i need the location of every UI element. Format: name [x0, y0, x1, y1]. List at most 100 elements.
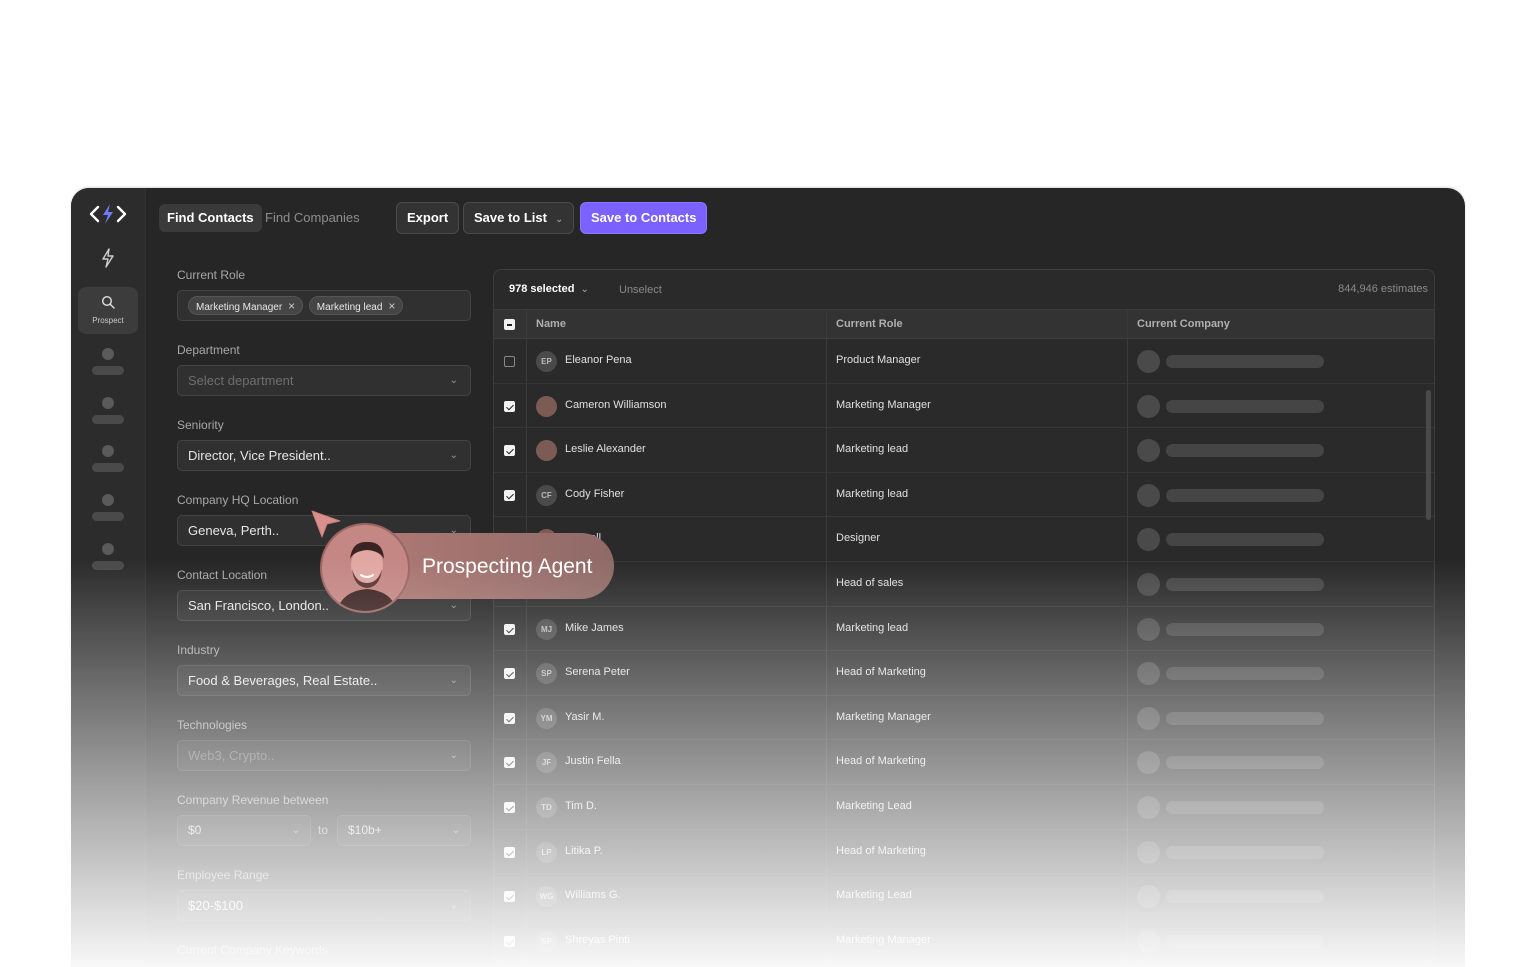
- contact-name[interactable]: Tim D.: [565, 800, 597, 812]
- rail-item-placeholder[interactable]: [91, 348, 125, 375]
- table-row[interactable]: YM Yasir M. Marketing Manager: [494, 695, 1434, 741]
- revenue-max-select[interactable]: $10b+ ⌄: [337, 815, 471, 846]
- contact-name[interactable]: Cameron Williamson: [565, 399, 666, 411]
- rail-item-placeholder[interactable]: [91, 397, 125, 424]
- department-select[interactable]: Select department ⌄: [177, 365, 471, 396]
- table-row[interactable]: RussellDesigner: [494, 517, 1434, 562]
- chip-label: Marketing lead: [316, 302, 383, 313]
- agent-label: Prospecting Agent: [422, 555, 593, 578]
- table-row[interactable]: TD Tim D. Marketing Lead: [494, 784, 1434, 830]
- row-checkbox[interactable]: [504, 757, 515, 769]
- revenue-min-select[interactable]: $0 ⌄: [177, 815, 311, 846]
- rail-item-placeholder[interactable]: [91, 543, 125, 570]
- contact-role: Product Manager: [836, 354, 921, 366]
- row-checkbox[interactable]: [504, 400, 515, 412]
- contact-name[interactable]: Cody Fisher: [565, 488, 624, 500]
- filter-extra: Current Company Keywords: [177, 943, 471, 958]
- app-logo-icon[interactable]: [88, 202, 128, 226]
- table-row[interactable]: LP Litika P. Head of Marketing: [494, 829, 1434, 875]
- scrollbar[interactable]: [1426, 390, 1431, 520]
- contact-avatar: SP: [536, 663, 557, 685]
- app-window: Prospect Find Contacts Find Companies Ex…: [71, 188, 1465, 967]
- column-company[interactable]: Current Company: [1137, 318, 1230, 330]
- rail-item-prospect[interactable]: Prospect: [78, 287, 138, 334]
- table-toolbar: 978 selected ⌄ Unselect 844,946 estimates: [494, 270, 1434, 310]
- company-logo-placeholder: [1137, 662, 1160, 686]
- rail-item-label: Prospect: [92, 316, 124, 325]
- row-checkbox[interactable]: [504, 891, 515, 903]
- table-row[interactable]: Leslie Alexander Marketing lead: [494, 428, 1434, 473]
- export-button[interactable]: Export: [396, 202, 460, 234]
- table-row[interactable]: EP Eleanor Pena Product Manager: [494, 339, 1434, 384]
- close-icon[interactable]: ×: [288, 299, 295, 313]
- company-logo-placeholder: [1137, 350, 1160, 373]
- contact-avatar: LP: [536, 841, 557, 863]
- contact-role: Designer: [836, 532, 881, 545]
- column-role[interactable]: Current Role: [836, 318, 903, 330]
- current-role-input[interactable]: Marketing Manager × Marketing lead ×: [177, 290, 471, 321]
- technologies-select[interactable]: Web3, Crypto.. ⌄: [177, 740, 471, 771]
- table-row[interactable]: WG Williams G. Marketing Lead: [494, 874, 1434, 919]
- save-to-list-button[interactable]: Save to List ⌄: [463, 202, 575, 234]
- employee-range-select[interactable]: $20-$100 ⌄: [177, 890, 471, 921]
- table-row[interactable]: Cameron Williamson Marketing Manager: [494, 383, 1434, 429]
- company-name-placeholder: [1166, 756, 1324, 770]
- save-to-contacts-button[interactable]: Save to Contacts: [580, 202, 708, 234]
- column-name[interactable]: Name: [536, 318, 566, 330]
- filter-label: Department: [177, 343, 240, 357]
- row-checkbox[interactable]: [504, 489, 515, 501]
- seniority-select[interactable]: Director, Vice President.. ⌄: [177, 440, 471, 471]
- rail-item-placeholder[interactable]: [91, 494, 125, 521]
- search-icon: [101, 295, 115, 309]
- bolt-icon[interactable]: [99, 248, 117, 268]
- contact-avatar: [536, 440, 557, 462]
- table-row[interactable]: JF Justin Fella Head of Marketing: [494, 740, 1434, 785]
- chevron-down-icon: ⌄: [451, 825, 460, 836]
- row-checkbox[interactable]: [504, 935, 515, 947]
- contact-avatar: CF: [536, 484, 557, 506]
- company-name-placeholder: [1166, 934, 1324, 948]
- filter-label: Industry: [177, 643, 220, 657]
- export-label: Export: [407, 210, 449, 225]
- contact-name[interactable]: Mike James: [565, 622, 624, 634]
- employee-range-value: $20-$100: [188, 898, 243, 913]
- table-row[interactable]: CF Cody Fisher Marketing lead: [494, 472, 1434, 518]
- contact-name[interactable]: Shreyas Pinti: [565, 934, 630, 946]
- company-logo-placeholder: [1137, 394, 1160, 418]
- company-name-placeholder: [1166, 577, 1324, 591]
- row-checkbox[interactable]: [504, 801, 515, 813]
- contact-name[interactable]: Litika P.: [565, 845, 603, 857]
- industry-select[interactable]: Food & Beverages, Real Estate.. ⌄: [177, 665, 471, 696]
- contact-name[interactable]: Yasir M.: [565, 711, 605, 723]
- contact-name[interactable]: Justin Fella: [565, 755, 621, 767]
- filter-employee-range: Employee Range $20-$100 ⌄: [177, 868, 471, 921]
- selection-dropdown[interactable]: 978 selected ⌄: [509, 283, 589, 295]
- rail-item-placeholder[interactable]: [91, 445, 125, 472]
- contact-name[interactable]: Serena Peter: [565, 666, 630, 678]
- unselect-link[interactable]: Unselect: [619, 284, 662, 296]
- company-logo-placeholder: [1137, 840, 1160, 864]
- row-checkbox[interactable]: [504, 712, 515, 724]
- row-checkbox[interactable]: [504, 445, 515, 457]
- department-placeholder: Select department: [188, 373, 294, 388]
- contact-name[interactable]: Eleanor Pena: [565, 354, 632, 366]
- table-row[interactable]: SP Shreyas Pinti Marketing Manager: [494, 918, 1434, 964]
- tab-find-contacts[interactable]: Find Contacts: [159, 204, 262, 232]
- contact-name[interactable]: Leslie Alexander: [565, 443, 646, 455]
- table-row[interactable]: SP Serena Peter Head of Marketing: [494, 651, 1434, 696]
- tab-find-companies[interactable]: Find Companies: [265, 204, 360, 232]
- company-logo-placeholder: [1137, 483, 1160, 507]
- row-checkbox[interactable]: [504, 846, 515, 858]
- close-icon[interactable]: ×: [388, 299, 395, 313]
- table-row[interactable]: Head of sales: [494, 561, 1434, 607]
- filter-department: Department Select department ⌄: [177, 343, 471, 396]
- row-checkbox[interactable]: [504, 668, 515, 680]
- select-all-checkbox[interactable]: [504, 319, 515, 330]
- contact-role: Head of sales: [836, 576, 904, 589]
- row-checkbox[interactable]: [504, 623, 515, 635]
- company-logo-placeholder: [1137, 706, 1160, 730]
- contact-name[interactable]: Williams G.: [565, 889, 621, 901]
- company-name-placeholder: [1166, 444, 1324, 458]
- table-row[interactable]: MJ Mike James Marketing lead: [494, 606, 1434, 652]
- row-checkbox[interactable]: [504, 356, 515, 367]
